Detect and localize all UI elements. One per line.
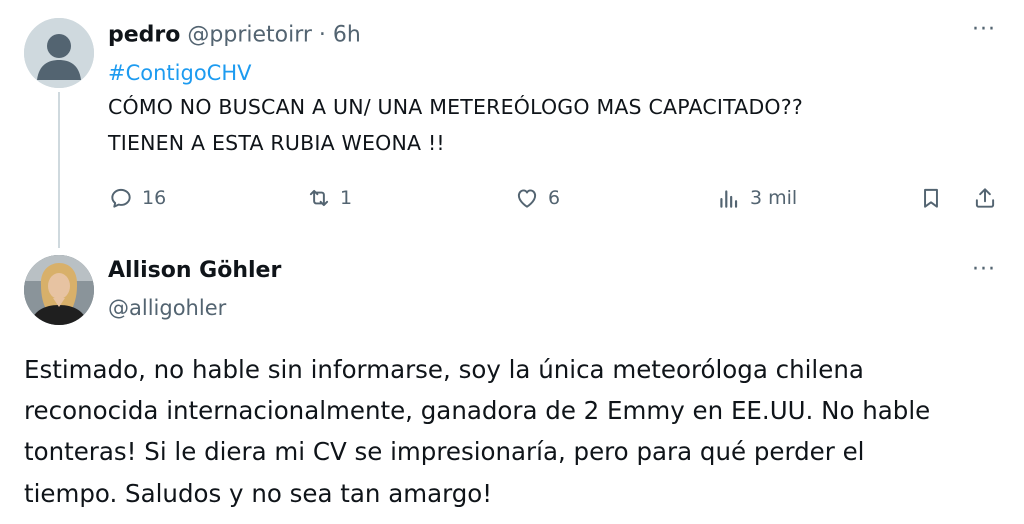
hashtag-link[interactable]: #ContigoCHV (108, 61, 251, 85)
bookmark-icon (924, 188, 938, 208)
thread-connector-line (58, 92, 60, 248)
default-avatar-icon (24, 18, 94, 88)
profile-photo-icon (24, 255, 94, 325)
tweet1-header: pedro @pprietoirr · 6h (108, 22, 361, 48)
separator-dot: · (318, 22, 326, 48)
share-icon (975, 188, 995, 208)
more-icon: ··· (972, 257, 996, 282)
bookmark-button[interactable] (918, 183, 944, 213)
like-button[interactable]: 6 (514, 183, 560, 213)
repost-button[interactable]: 1 (306, 183, 352, 213)
tweet-text-line: tiempo. Saludos y no sea tan amargo! (24, 479, 493, 508)
views-button[interactable]: 3 mil (716, 183, 797, 213)
more-icon: ··· (972, 17, 996, 42)
reply-icon (111, 188, 131, 208)
repost-count: 1 (340, 187, 353, 209)
timestamp[interactable]: 6h (333, 23, 361, 48)
avatar-allison[interactable] (24, 255, 94, 325)
like-count: 6 (548, 187, 561, 209)
views-count: 3 mil (750, 187, 798, 209)
avatar-default[interactable] (24, 18, 94, 88)
display-name[interactable]: pedro (108, 23, 180, 48)
user-handle[interactable]: @alligohler (108, 296, 226, 320)
repost-icon (309, 189, 329, 207)
more-options-button[interactable]: ··· (972, 17, 996, 42)
more-options-button[interactable]: ··· (972, 257, 996, 282)
views-icon (720, 190, 738, 208)
tweet-text-line: Estimado, no hable sin informarse, soy l… (24, 355, 864, 384)
display-name[interactable]: Allison Göhler (108, 258, 281, 283)
reply-count: 16 (142, 187, 167, 209)
heart-icon (517, 189, 537, 208)
tweet-text-line: tonteras! Si le diera mi CV se impresion… (24, 437, 865, 466)
reply-button[interactable]: 16 (108, 183, 166, 213)
share-button[interactable] (972, 183, 998, 213)
tweet-text-line: reconocida internacionalmente, ganadora … (24, 396, 931, 425)
tweet-text-line: CÓMO NO BUSCAN A UN/ UNA METEREÓLOGO MAS… (108, 95, 803, 119)
user-handle[interactable]: @pprietoirr (187, 23, 312, 48)
tweet-text-line: TIENEN A ESTA RUBIA WEONA !! (108, 131, 445, 155)
